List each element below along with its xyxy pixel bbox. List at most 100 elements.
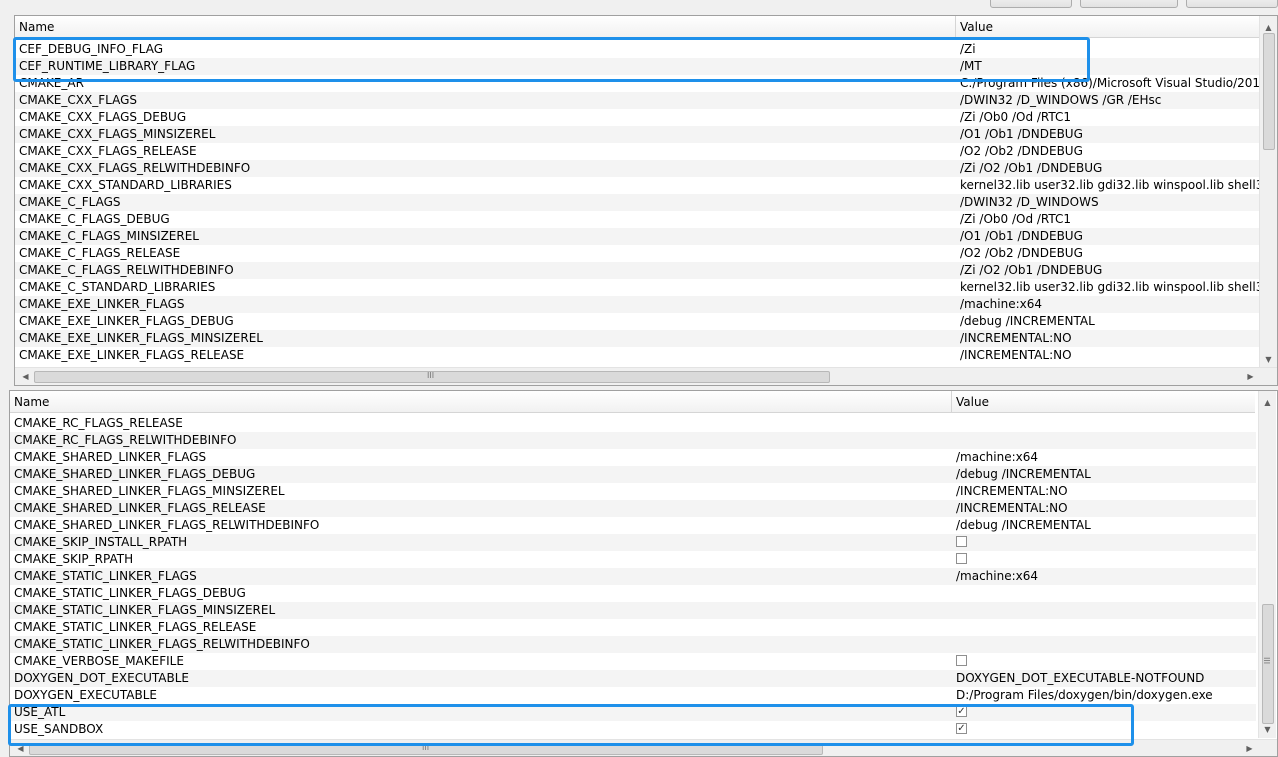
table-row[interactable]: CMAKE_STATIC_LINKER_FLAGS_DEBUG bbox=[10, 585, 1256, 602]
table-row[interactable]: USE_SANDBOX bbox=[10, 721, 1256, 738]
scroll-right-arrow-icon[interactable]: ▶ bbox=[1242, 368, 1259, 385]
table-row[interactable]: CMAKE_AR C:/Program Files (x86)/Microsoft… bbox=[15, 75, 1268, 92]
horizontal-scrollbar[interactable]: ◀ III ▶ bbox=[15, 367, 1277, 385]
table-row[interactable]: CMAKE_SHARED_LINKER_FLAGS_RELWITHDEBINFO… bbox=[10, 517, 1256, 534]
table-row[interactable]: CMAKE_STATIC_LINKER_FLAGS/machine:x64 bbox=[10, 568, 1256, 585]
table-row[interactable]: CMAKE_SHARED_LINKER_FLAGS_RELEASE/INCREM… bbox=[10, 500, 1256, 517]
toolbar-button[interactable] bbox=[1080, 0, 1178, 8]
entry-value[interactable]: /machine:x64 bbox=[960, 296, 1042, 313]
scroll-left-arrow-icon[interactable]: ◀ bbox=[17, 368, 34, 385]
unchecked-checkbox[interactable] bbox=[956, 655, 967, 666]
name-column-header[interactable]: Name bbox=[15, 16, 956, 37]
table-row[interactable]: CMAKE_STATIC_LINKER_FLAGS_RELEASE bbox=[10, 619, 1256, 636]
table-row[interactable]: CMAKE_RC_FLAGS_RELEASE bbox=[10, 415, 1256, 432]
table-row[interactable]: CMAKE_C_FLAGS_RELWITHDEBINFO/Zi /O2 /Ob1… bbox=[15, 262, 1260, 279]
entry-value[interactable]: /debug /INCREMENTAL bbox=[956, 517, 1091, 534]
table-row[interactable]: CMAKE_EXE_LINKER_FLAGS_MINSIZEREL/INCREM… bbox=[15, 330, 1260, 347]
entry-value[interactable]: /DWIN32 /D_WINDOWS /GR /EHsc bbox=[960, 92, 1161, 109]
entry-value[interactable]: /DWIN32 /D_WINDOWS bbox=[960, 194, 1099, 211]
entry-name: CMAKE_CXX_STANDARD_LIBRARIES bbox=[19, 178, 232, 192]
table-row[interactable]: CMAKE_CXX_FLAGS_RELEASE/O2 /Ob2 /DNDEBUG bbox=[15, 143, 1260, 160]
table-row[interactable]: CMAKE_EXE_LINKER_FLAGS/machine:x64 bbox=[15, 296, 1260, 313]
unchecked-checkbox[interactable] bbox=[956, 536, 967, 547]
name-column-header[interactable]: Name bbox=[10, 391, 952, 412]
table-row[interactable]: CMAKE_RC_FLAGS_RELWITHDEBINFO bbox=[10, 432, 1256, 449]
entry-value[interactable]: /debug /INCREMENTAL bbox=[960, 313, 1095, 330]
entry-value[interactable]: /Zi /O2 /Ob1 /DNDEBUG bbox=[960, 160, 1102, 177]
table-row[interactable]: CMAKE_CXX_FLAGS_DEBUG/Zi /Ob0 /Od /RTC1 bbox=[15, 109, 1260, 126]
entry-value[interactable]: /Zi /Ob0 /Od /RTC1 bbox=[960, 211, 1071, 228]
entry-value[interactable]: /MT bbox=[960, 58, 982, 75]
entry-value[interactable]: /machine:x64 bbox=[956, 449, 1038, 466]
entry-name: CMAKE_STATIC_LINKER_FLAGS_MINSIZEREL bbox=[14, 603, 276, 617]
entry-value[interactable]: C:/Program Files (x86)/Microsoft Visual … bbox=[960, 75, 1268, 92]
scroll-down-arrow-icon[interactable]: ▼ bbox=[1259, 721, 1276, 738]
table-row[interactable]: CMAKE_CXX_FLAGS/DWIN32 /D_WINDOWS /GR /E… bbox=[15, 92, 1260, 109]
scroll-left-arrow-icon[interactable]: ◀ bbox=[12, 740, 29, 756]
entry-name: CMAKE_STATIC_LINKER_FLAGS_RELWITHDEBINFO bbox=[14, 637, 310, 651]
table-row[interactable]: CMAKE_EXE_LINKER_FLAGS_DEBUG/debug /INCR… bbox=[15, 313, 1260, 330]
checked-checkbox[interactable] bbox=[956, 706, 967, 717]
scroll-thumb[interactable] bbox=[1263, 33, 1275, 150]
value-column-header[interactable]: Value bbox=[956, 16, 1260, 37]
table-row[interactable]: DOXYGEN_DOT_EXECUTABLE DOXYGEN_DOT_EXECUT… bbox=[10, 670, 1256, 687]
table-row[interactable]: CMAKE_C_STANDARD_LIBRARIES kernel32.lib u… bbox=[15, 279, 1271, 296]
table-row[interactable]: DOXYGEN_EXECUTABLE D:/Program Files/doxyg… bbox=[10, 687, 1256, 704]
entry-value[interactable]: /machine:x64 bbox=[956, 568, 1038, 585]
entry-value[interactable]: /INCREMENTAL:NO bbox=[956, 500, 1068, 517]
entry-name: CMAKE_CXX_FLAGS_RELEASE bbox=[19, 144, 197, 158]
table-row[interactable]: CMAKE_C_FLAGS_MINSIZEREL/O1 /Ob1 /DNDEBU… bbox=[15, 228, 1260, 245]
entry-value[interactable]: /Zi bbox=[960, 41, 976, 58]
entry-value[interactable]: DOXYGEN_DOT_EXECUTABLE-NOTFOUND bbox=[956, 670, 1204, 687]
table-row[interactable]: CMAKE_C_FLAGS/DWIN32 /D_WINDOWS bbox=[15, 194, 1260, 211]
entry-name: CMAKE_RC_FLAGS_RELWITHDEBINFO bbox=[14, 433, 237, 447]
entry-name: CMAKE_SHARED_LINKER_FLAGS bbox=[14, 450, 207, 464]
table-row[interactable]: CMAKE_SHARED_LINKER_FLAGS_DEBUG/debug /I… bbox=[10, 466, 1256, 483]
checked-checkbox[interactable] bbox=[956, 723, 967, 734]
table-row[interactable]: CMAKE_STATIC_LINKER_FLAGS_MINSIZEREL bbox=[10, 602, 1256, 619]
table-body: CEF_DEBUG_INFO_FLAG/Zi CEF_RUNTIME_LIBRAR… bbox=[15, 41, 1271, 364]
table-row[interactable]: CMAKE_SHARED_LINKER_FLAGS_MINSIZEREL/INC… bbox=[10, 483, 1256, 500]
entry-value[interactable]: D:/Program Files/doxygen/bin/doxygen.exe bbox=[956, 687, 1213, 704]
table-row[interactable]: CMAKE_STATIC_LINKER_FLAGS_RELWITHDEBINFO bbox=[10, 636, 1256, 653]
entry-value[interactable]: /O1 /Ob1 /DNDEBUG bbox=[960, 126, 1083, 143]
table-row[interactable]: CMAKE_SKIP_INSTALL_RPATH bbox=[10, 534, 1256, 551]
scroll-right-arrow-icon[interactable]: ▶ bbox=[1241, 740, 1258, 756]
table-row[interactable]: CMAKE_SKIP_RPATH bbox=[10, 551, 1256, 568]
entry-value[interactable]: /debug /INCREMENTAL bbox=[956, 466, 1091, 483]
entry-value[interactable]: /INCREMENTAL:NO bbox=[956, 483, 1068, 500]
entry-value[interactable]: /Zi /O2 /Ob1 /DNDEBUG bbox=[960, 262, 1102, 279]
scroll-down-arrow-icon[interactable]: ▼ bbox=[1260, 351, 1277, 368]
table-row[interactable]: CMAKE_C_FLAGS_DEBUG/Zi /Ob0 /Od /RTC1 bbox=[15, 211, 1260, 228]
entry-value[interactable]: /INCREMENTAL:NO bbox=[960, 347, 1072, 364]
entry-name: CMAKE_CXX_FLAGS bbox=[19, 93, 137, 107]
unchecked-checkbox[interactable] bbox=[956, 553, 967, 564]
entry-value[interactable]: /INCREMENTAL:NO bbox=[960, 330, 1072, 347]
table-row[interactable]: CEF_DEBUG_INFO_FLAG/Zi bbox=[15, 41, 1260, 58]
entry-name: CMAKE_CXX_FLAGS_MINSIZEREL bbox=[19, 127, 216, 141]
toolbar-button[interactable] bbox=[1186, 0, 1278, 8]
entry-value[interactable]: kernel32.lib user32.lib gdi32.lib winspo… bbox=[960, 279, 1271, 296]
table-row[interactable]: CMAKE_CXX_FLAGS_MINSIZEREL/O1 /Ob1 /DNDE… bbox=[15, 126, 1260, 143]
table-row[interactable]: CMAKE_C_FLAGS_RELEASE/O2 /Ob2 /DNDEBUG bbox=[15, 245, 1260, 262]
vertical-scrollbar[interactable]: ▲ ▼ bbox=[1259, 16, 1277, 368]
table-row[interactable]: CMAKE_VERBOSE_MAKEFILE bbox=[10, 653, 1256, 670]
vertical-scrollbar[interactable]: ▲ III ▼ bbox=[1258, 391, 1276, 738]
table-row[interactable]: USE_ATL bbox=[10, 704, 1256, 721]
table-row[interactable]: CEF_RUNTIME_LIBRARY_FLAG/MT bbox=[15, 58, 1260, 75]
table-row[interactable]: CMAKE_EXE_LINKER_FLAGS_RELEASE/INCREMENT… bbox=[15, 347, 1260, 364]
entry-value[interactable]: /O2 /Ob2 /DNDEBUG bbox=[960, 245, 1083, 262]
table-row[interactable]: CMAKE_SHARED_LINKER_FLAGS/machine:x64 bbox=[10, 449, 1256, 466]
entry-value[interactable]: kernel32.lib user32.lib gdi32.lib winspo… bbox=[960, 177, 1271, 194]
entry-value[interactable]: /O2 /Ob2 /DNDEBUG bbox=[960, 143, 1083, 160]
scroll-up-arrow-icon[interactable]: ▲ bbox=[1259, 394, 1276, 411]
entry-value[interactable]: /Zi /Ob0 /Od /RTC1 bbox=[960, 109, 1071, 126]
table-row[interactable]: CMAKE_CXX_FLAGS_RELWITHDEBINFO/Zi /O2 /O… bbox=[15, 160, 1260, 177]
toolbar-button[interactable] bbox=[990, 0, 1072, 8]
value-column-header[interactable]: Value bbox=[952, 391, 1255, 412]
entry-value[interactable]: /O1 /Ob1 /DNDEBUG bbox=[960, 228, 1083, 245]
scroll-grip: III bbox=[422, 743, 430, 752]
entry-name: USE_SANDBOX bbox=[14, 722, 104, 736]
table-row[interactable]: CMAKE_CXX_STANDARD_LIBRARIES kernel32.lib… bbox=[15, 177, 1271, 194]
horizontal-scrollbar[interactable]: ◀ III ▶ bbox=[10, 739, 1277, 756]
